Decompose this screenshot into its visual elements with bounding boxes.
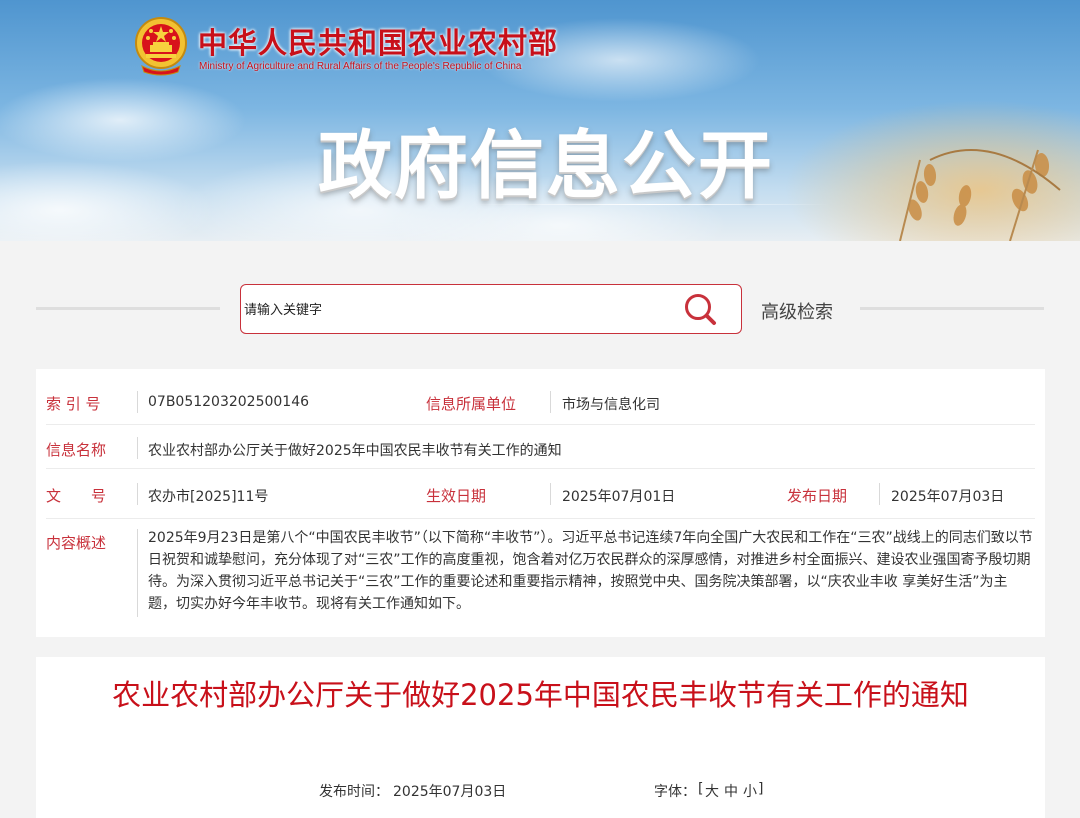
national-emblem-icon [135, 17, 187, 76]
wheat-decoration [899, 149, 1061, 241]
publish-time-value: 2025年07月03日 [393, 784, 507, 800]
publish-date-value: 2025年07月03日 [891, 489, 1005, 505]
article-title: 农业农村部办公厅关于做好2025年中国农民丰收节有关工作的通知 [112, 678, 969, 712]
info-row-index: 索 引 号 07B051203202500146 信息所属单位 市场与信息化司 [36, 369, 1045, 425]
search-divider-left [36, 307, 220, 310]
advanced-search-link[interactable]: 高级检索 [761, 298, 833, 324]
name-label: 信息名称 [46, 441, 107, 459]
effective-date-label: 生效日期 [426, 487, 487, 505]
search-input[interactable] [242, 297, 666, 323]
font-size-label: 字体： [654, 784, 696, 800]
banner-title: 政府信息公开 [318, 123, 774, 209]
index-value: 07B051203202500146 [148, 394, 310, 410]
summary-text: 2025年9月23日是第八个“中国农民丰收节”（以下简称“丰收节”）。习近平总书… [148, 530, 1033, 612]
doc-number-label: 文 号 [46, 487, 107, 505]
doc-number-value: 农办市[2025]11号 [148, 489, 269, 505]
font-bracket-open: [ [698, 781, 704, 797]
search-divider-right [860, 307, 1044, 310]
article-section: 农业农村部办公厅关于做好2025年中国农民丰收节有关工作的通知 发布时间： 20… [36, 657, 1045, 818]
font-medium-button[interactable]: 中 [724, 781, 738, 801]
header-banner: 中华人民共和国农业农村部 Ministry of Agriculture and… [0, 0, 1080, 241]
ministry-name-cn[interactable]: 中华人民共和国农业农村部 [198, 20, 558, 62]
publish-time-label: 发布时间： [319, 784, 389, 800]
unit-label: 信息所属单位 [426, 395, 517, 413]
name-value: 农业农村部办公厅关于做好2025年中国农民丰收节有关工作的通知 [148, 443, 562, 459]
publish-date-label: 发布日期 [787, 487, 848, 505]
summary-label: 内容概述 [46, 534, 107, 552]
ministry-name-en[interactable]: Ministry of Agriculture and Rural Affair… [199, 61, 521, 72]
font-bracket-close: ] [758, 781, 764, 797]
index-label: 索 引 号 [46, 395, 101, 413]
search-icon[interactable] [683, 293, 719, 327]
info-row-doc: 文 号 农办市[2025]11号 生效日期 2025年07月01日 发布日期 2… [36, 469, 1045, 519]
info-table: 索 引 号 07B051203202500146 信息所属单位 市场与信息化司 … [36, 369, 1045, 637]
info-row-name: 信息名称 农业农村部办公厅关于做好2025年中国农民丰收节有关工作的通知 [36, 425, 1045, 469]
effective-date-value: 2025年07月01日 [562, 489, 676, 505]
unit-value: 市场与信息化司 [562, 397, 660, 413]
font-large-button[interactable]: 大 [705, 781, 719, 801]
banner-divider [470, 204, 830, 205]
search-box[interactable] [240, 284, 742, 334]
font-small-button[interactable]: 小 [743, 781, 757, 801]
